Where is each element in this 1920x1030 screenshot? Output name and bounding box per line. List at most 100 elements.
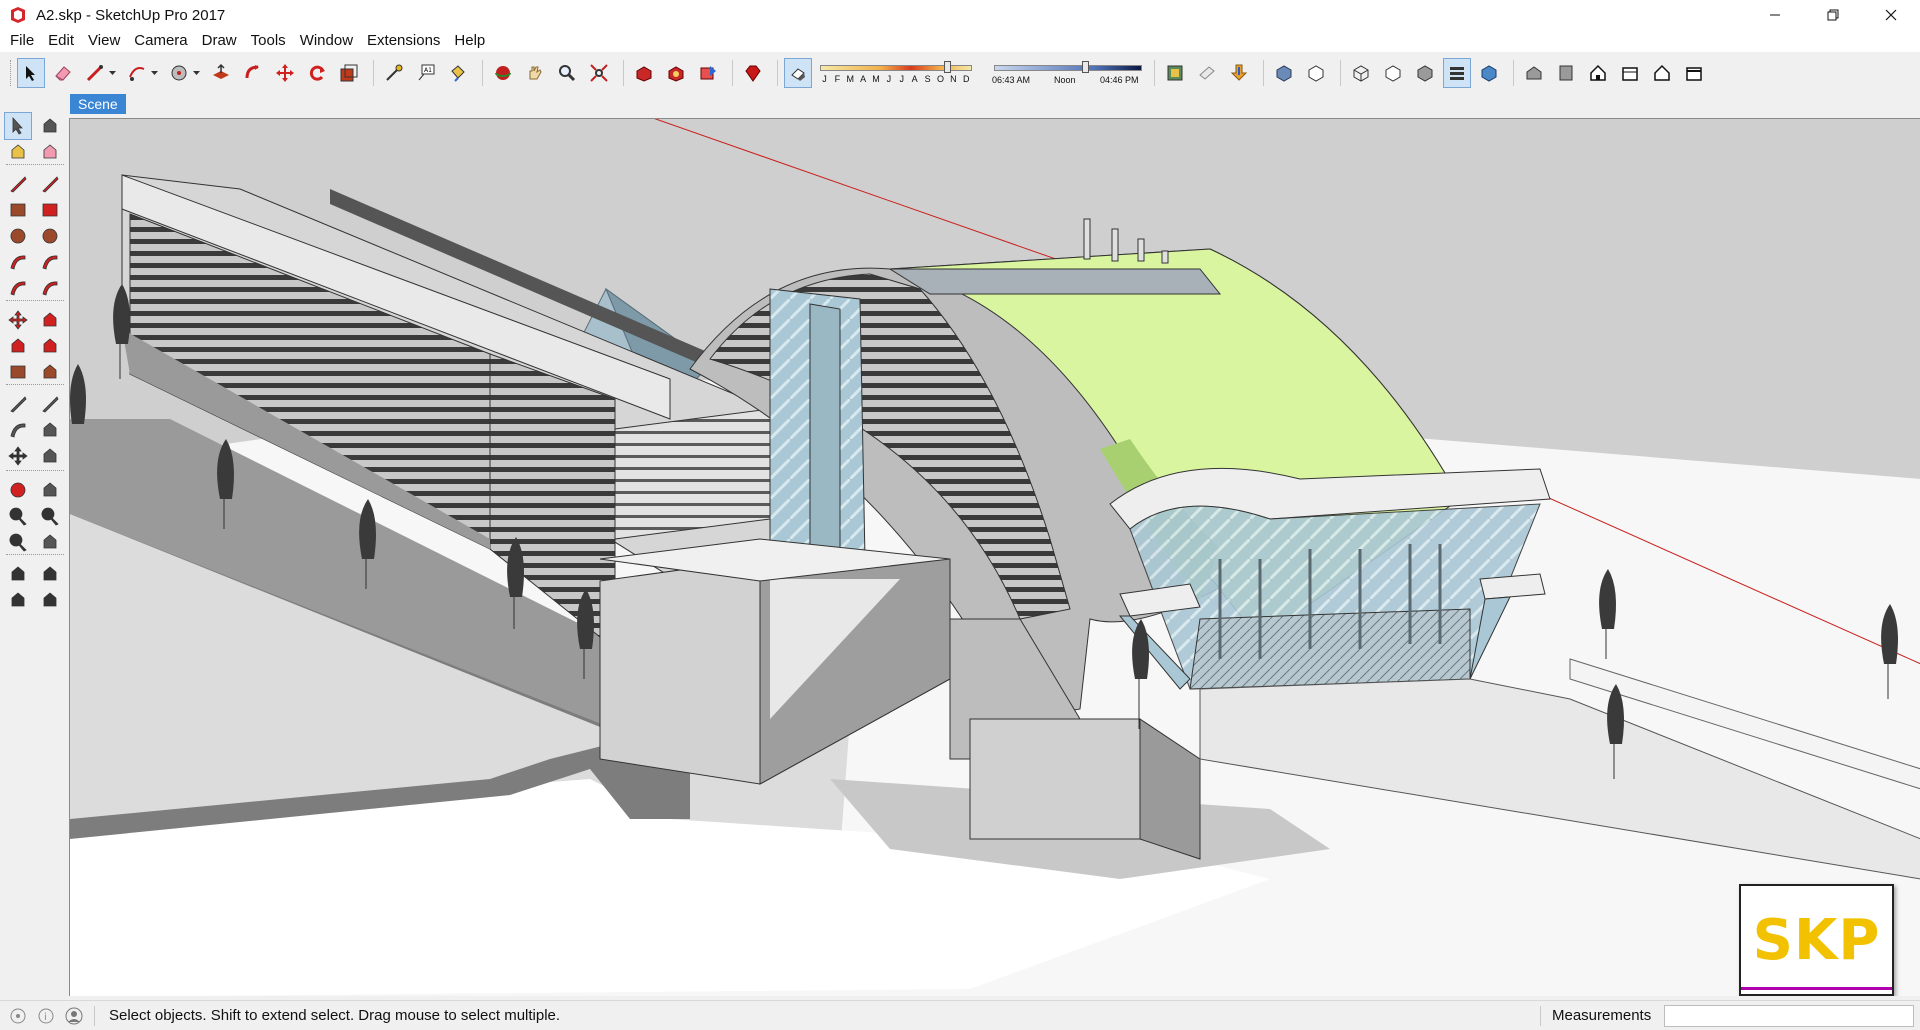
date-slider[interactable]: J F M A M J J A S O N D — [818, 58, 978, 88]
previous-view-tool-button[interactable] — [36, 528, 64, 556]
xray-button[interactable] — [1270, 58, 1298, 88]
tape-measure-tool-button[interactable] — [380, 58, 408, 88]
menu-extensions[interactable]: Extensions — [360, 30, 447, 52]
arc-tool-button[interactable] — [123, 58, 151, 88]
zoom-extents-tool-button[interactable] — [4, 528, 32, 556]
orbit-tool-button[interactable] — [489, 58, 517, 88]
pie-tool-button[interactable] — [36, 274, 64, 302]
extension-warehouse-button[interactable] — [662, 58, 690, 88]
text-tool-button[interactable]: A1 — [412, 58, 440, 88]
shaded-button[interactable] — [1411, 58, 1439, 88]
follow-me-tool-button[interactable] — [239, 58, 267, 88]
monochrome-button[interactable] — [1475, 58, 1503, 88]
shadows-toggle-button[interactable] — [784, 58, 812, 88]
rotated-rectangle-tool-button[interactable] — [36, 196, 64, 224]
select-tool-button[interactable] — [17, 58, 45, 88]
line-tool-button[interactable] — [4, 170, 32, 198]
time-slider[interactable]: 06:43 AM Noon 04:46 PM — [992, 58, 1148, 88]
menu-help[interactable]: Help — [447, 30, 492, 52]
time-thumb[interactable] — [1082, 61, 1089, 73]
two-point-arc-tool-button[interactable] — [36, 248, 64, 276]
line-tool-button[interactable] — [81, 58, 109, 88]
import-button[interactable] — [1225, 58, 1253, 88]
look-around-tool-button[interactable] — [36, 560, 64, 588]
circle-tool-button[interactable] — [4, 222, 32, 250]
left-view-button[interactable] — [1680, 58, 1708, 88]
follow-me-tool-button[interactable] — [36, 332, 64, 360]
eraser-tool-button[interactable] — [36, 138, 64, 166]
top-view-button[interactable] — [1552, 58, 1580, 88]
wireframe-button[interactable] — [1347, 58, 1375, 88]
make-component-tool-button[interactable] — [36, 112, 64, 140]
paint-bucket-tool-button[interactable] — [444, 58, 472, 88]
model-info-button[interactable] — [1161, 58, 1189, 88]
menu-window[interactable]: Window — [293, 30, 360, 52]
ruby-console-button[interactable] — [739, 58, 767, 88]
polygon-tool-button[interactable] — [36, 222, 64, 250]
zoom-tool-button[interactable] — [4, 502, 32, 530]
measurements-input[interactable] — [1664, 1005, 1914, 1027]
pan-tool-button[interactable] — [521, 58, 549, 88]
scale-tool-button[interactable] — [4, 358, 32, 386]
offset-tool-button[interactable] — [36, 358, 64, 386]
text-tool-button[interactable] — [36, 416, 64, 444]
menu-edit[interactable]: Edit — [41, 30, 81, 52]
line-dropdown[interactable] — [109, 70, 117, 76]
section-plane-tool-button[interactable] — [36, 586, 64, 614]
position-camera-tool-button[interactable] — [4, 560, 32, 588]
zoom-extents-tool-button[interactable] — [585, 58, 613, 88]
model-viewport[interactable]: SKP — [69, 118, 1920, 996]
shape-tool-button[interactable] — [165, 58, 193, 88]
shaded-textures-button[interactable] — [1443, 58, 1471, 88]
rectangle-tool-button[interactable] — [4, 196, 32, 224]
three-point-arc-tool-button[interactable] — [4, 274, 32, 302]
right-view-button[interactable] — [1616, 58, 1644, 88]
menu-view[interactable]: View — [81, 30, 127, 52]
eraser-tool-button[interactable] — [49, 58, 77, 88]
zoom-tool-button[interactable] — [553, 58, 581, 88]
close-button[interactable] — [1862, 0, 1920, 30]
rotate-tool-button[interactable] — [4, 332, 32, 360]
rotate-tool-button[interactable] — [303, 58, 331, 88]
move-tool-button[interactable] — [271, 58, 299, 88]
tape-measure-tool-button[interactable] — [4, 390, 32, 418]
paint-bucket-tool-button[interactable] — [4, 138, 32, 166]
push-pull-tool-button[interactable] — [36, 306, 64, 334]
walk-tool-button[interactable] — [4, 586, 32, 614]
menu-draw[interactable]: Draw — [195, 30, 244, 52]
axes-tool-button[interactable] — [4, 442, 32, 470]
sign-in-button[interactable] — [64, 1006, 84, 1026]
protractor-tool-button[interactable] — [4, 416, 32, 444]
3d-text-tool-button[interactable] — [36, 442, 64, 470]
dimension-tool-button[interactable] — [36, 390, 64, 418]
menu-file[interactable]: File — [3, 30, 41, 52]
menu-camera[interactable]: Camera — [127, 30, 194, 52]
move-tool-button[interactable] — [4, 306, 32, 334]
arc-tool-button[interactable] — [4, 248, 32, 276]
back-edges-button[interactable] — [1302, 58, 1330, 88]
front-view-button[interactable] — [1584, 58, 1612, 88]
scene-tab[interactable]: Scene — [70, 94, 126, 114]
menu-tools[interactable]: Tools — [244, 30, 293, 52]
shape-dropdown[interactable] — [193, 70, 201, 76]
restore-button[interactable] — [1804, 0, 1862, 30]
orbit-tool-button[interactable] — [4, 476, 32, 504]
zoom-window-tool-button[interactable] — [36, 502, 64, 530]
minimize-button[interactable] — [1746, 0, 1804, 30]
warehouse-button[interactable] — [630, 58, 658, 88]
hidden-line-button[interactable] — [1379, 58, 1407, 88]
share-model-button[interactable] — [694, 58, 722, 88]
scale-tool-button[interactable] — [335, 58, 363, 88]
arc-dropdown[interactable] — [151, 70, 159, 76]
pan-tool-button[interactable] — [36, 476, 64, 504]
toolbar-grip[interactable] — [10, 60, 13, 86]
geo-location-button[interactable] — [8, 1006, 28, 1026]
date-thumb[interactable] — [944, 61, 951, 73]
iso-view-button[interactable] — [1520, 58, 1548, 88]
styles-button[interactable] — [1193, 58, 1221, 88]
push-pull-tool-button[interactable] — [207, 58, 235, 88]
freehand-tool-button[interactable] — [36, 170, 64, 198]
back-view-button[interactable] — [1648, 58, 1676, 88]
credits-button[interactable]: i — [36, 1006, 56, 1026]
select-tool-button[interactable] — [4, 112, 32, 140]
